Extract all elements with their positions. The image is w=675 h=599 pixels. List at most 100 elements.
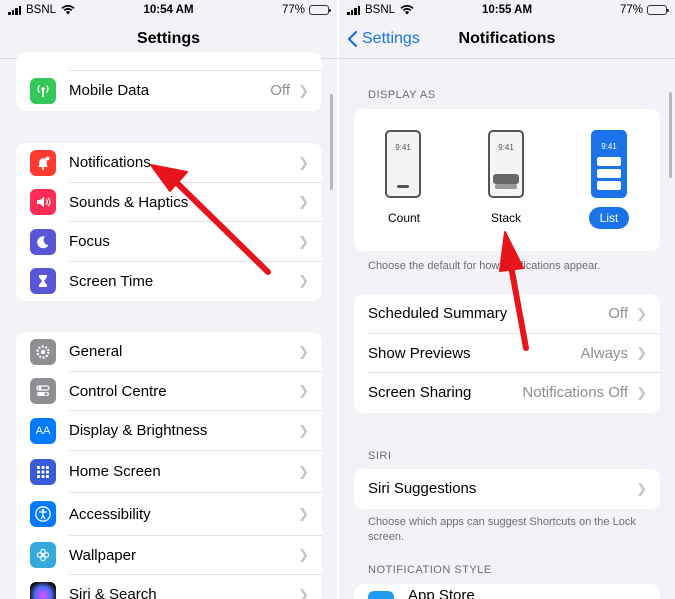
chevron-right-icon: ❯: [298, 506, 309, 521]
chevron-right-icon: ❯: [636, 384, 647, 400]
chevron-right-icon: ❯: [298, 273, 309, 289]
display-as-picker: 9:41 Count 9:41 Stack 9:41 List: [354, 109, 660, 251]
chevron-right-icon: ❯: [636, 305, 647, 321]
preview-time: 9:41: [498, 143, 514, 152]
settings-row-siri[interactable]: Siri & Search ❯: [16, 575, 322, 599]
row-label: Focus: [69, 233, 110, 251]
option-label-selected: List: [589, 207, 629, 229]
row-label: Siri & Search: [69, 586, 157, 599]
chevron-right-icon: ❯: [298, 194, 309, 210]
settings-row-accessibility[interactable]: Accessibility ❯: [16, 493, 322, 536]
text-size-icon: AA: [30, 417, 56, 444]
settings-row-focus[interactable]: Focus ❯: [16, 222, 322, 262]
settings-group-general: General ❯ Control Centre ❯ AA Display & …: [16, 332, 322, 599]
settings-group-siri: Siri Suggestions ❯: [354, 469, 660, 509]
row-value: Notifications Off: [522, 384, 628, 402]
settings-screen: BSNL 10:54 AM 77% Settings Mobile Data O…: [0, 0, 337, 599]
row-label: Notifications: [69, 154, 151, 172]
chevron-right-icon: ❯: [298, 463, 309, 479]
stack-card: [493, 174, 519, 184]
chevron-right-icon: ❯: [636, 480, 647, 496]
settings-row-notifications[interactable]: Notifications ❯: [16, 143, 322, 183]
settings-group-app-styles: App Store: [354, 584, 660, 599]
flower-icon: [30, 542, 56, 569]
nav-divider: [339, 58, 675, 59]
row-label: General: [69, 343, 123, 361]
section-header-display-as: DISPLAY AS: [368, 89, 436, 101]
settings-row-display[interactable]: AA Display & Brightness ❯: [16, 411, 322, 451]
moon-icon: [30, 228, 56, 255]
battery-icon: [309, 5, 331, 15]
chevron-right-icon: ❯: [298, 154, 309, 170]
status-bar: BSNL 10:54 AM 77%: [0, 0, 337, 22]
stack-card-back: [495, 184, 517, 189]
settings-row-home-screen[interactable]: Home Screen ❯: [16, 451, 322, 493]
section-header-notification-style: NOTIFICATION STYLE: [368, 564, 492, 576]
row-label: Display & Brightness: [69, 422, 208, 440]
page-title: Settings: [136, 30, 201, 47]
row-label: Control Centre: [69, 382, 167, 400]
phone-preview-stack: 9:41: [488, 130, 524, 198]
row-label: Screen Sharing: [368, 384, 472, 402]
gear-icon: [30, 338, 56, 365]
status-bar: BSNL 10:55 AM 77%: [339, 0, 675, 22]
chevron-right-icon: ❯: [298, 547, 309, 563]
battery-icon: [647, 5, 669, 15]
row-value: Off: [608, 305, 628, 323]
battery-percent: 77%: [281, 4, 305, 16]
row-label: Siri Suggestions: [368, 480, 477, 498]
option-label: Count: [387, 211, 421, 225]
settings-group-connectivity: Mobile Data Off ❯: [16, 52, 322, 111]
settings-row-general[interactable]: General ❯: [16, 332, 322, 372]
scrollbar[interactable]: [669, 92, 672, 178]
notifications-screen: BSNL 10:55 AM 77% Settings Notifications…: [339, 0, 675, 599]
chevron-right-icon: ❯: [298, 586, 309, 599]
antenna-icon: [30, 77, 56, 104]
row-label: Screen Time: [69, 272, 154, 290]
list-card: [597, 169, 621, 178]
siri-icon: [30, 581, 56, 599]
list-item-partial[interactable]: [16, 52, 322, 71]
settings-row-siri-suggestions[interactable]: Siri Suggestions ❯: [354, 469, 660, 509]
app-grid-icon: [30, 458, 56, 485]
chevron-right-icon: ❯: [298, 82, 309, 98]
settings-group-notifications: Notifications ❯ Sounds & Haptics ❯ Focus…: [16, 143, 322, 301]
battery-indicator: 77%: [619, 4, 669, 16]
settings-row-control-centre[interactable]: Control Centre ❯: [16, 372, 322, 411]
settings-row-scheduled-summary[interactable]: Scheduled Summary Off ❯: [354, 294, 660, 334]
chevron-right-icon: ❯: [298, 343, 309, 359]
count-indicator: [397, 185, 409, 188]
row-value: Always: [580, 344, 628, 362]
settings-row-mobile-data[interactable]: Mobile Data Off ❯: [16, 71, 322, 111]
settings-row-screen-sharing[interactable]: Screen Sharing Notifications Off ❯: [354, 373, 660, 413]
page-title: Notifications: [458, 30, 556, 47]
settings-row-sounds[interactable]: Sounds & Haptics ❯: [16, 183, 322, 222]
scrollbar[interactable]: [330, 94, 333, 190]
nav-bar: Settings Notifications: [339, 22, 675, 58]
option-label: Stack: [490, 211, 521, 225]
hourglass-icon: [30, 268, 56, 295]
preview-time: 9:41: [395, 143, 411, 152]
settings-row-app-store[interactable]: App Store: [354, 584, 660, 599]
chevron-right-icon: ❯: [298, 422, 309, 438]
bell-badge-icon: [30, 149, 56, 176]
siri-footnote: Choose which apps can suggest Shortcuts …: [368, 516, 636, 543]
row-value: Off: [270, 82, 290, 100]
phone-preview-list: 9:41: [591, 130, 627, 198]
toggles-icon: [30, 378, 56, 405]
chevron-right-icon: ❯: [298, 383, 309, 399]
battery-percent: 77%: [619, 4, 643, 16]
settings-row-screen-time[interactable]: Screen Time ❯: [16, 262, 322, 302]
settings-group-summary: Scheduled Summary Off ❯ Show Previews Al…: [354, 294, 660, 413]
chevron-right-icon: ❯: [298, 233, 309, 249]
row-label: App Store: [408, 587, 475, 599]
row-label: Home Screen: [69, 463, 161, 480]
row-label: Wallpaper: [69, 546, 136, 564]
preview-time: 9:41: [601, 142, 617, 151]
settings-row-wallpaper[interactable]: Wallpaper ❯: [16, 536, 322, 575]
settings-row-show-previews[interactable]: Show Previews Always ❯: [354, 334, 660, 373]
row-label: Scheduled Summary: [368, 305, 508, 323]
chevron-right-icon: ❯: [636, 345, 647, 361]
phone-preview-count: 9:41: [385, 130, 421, 198]
speaker-icon: [30, 189, 56, 216]
